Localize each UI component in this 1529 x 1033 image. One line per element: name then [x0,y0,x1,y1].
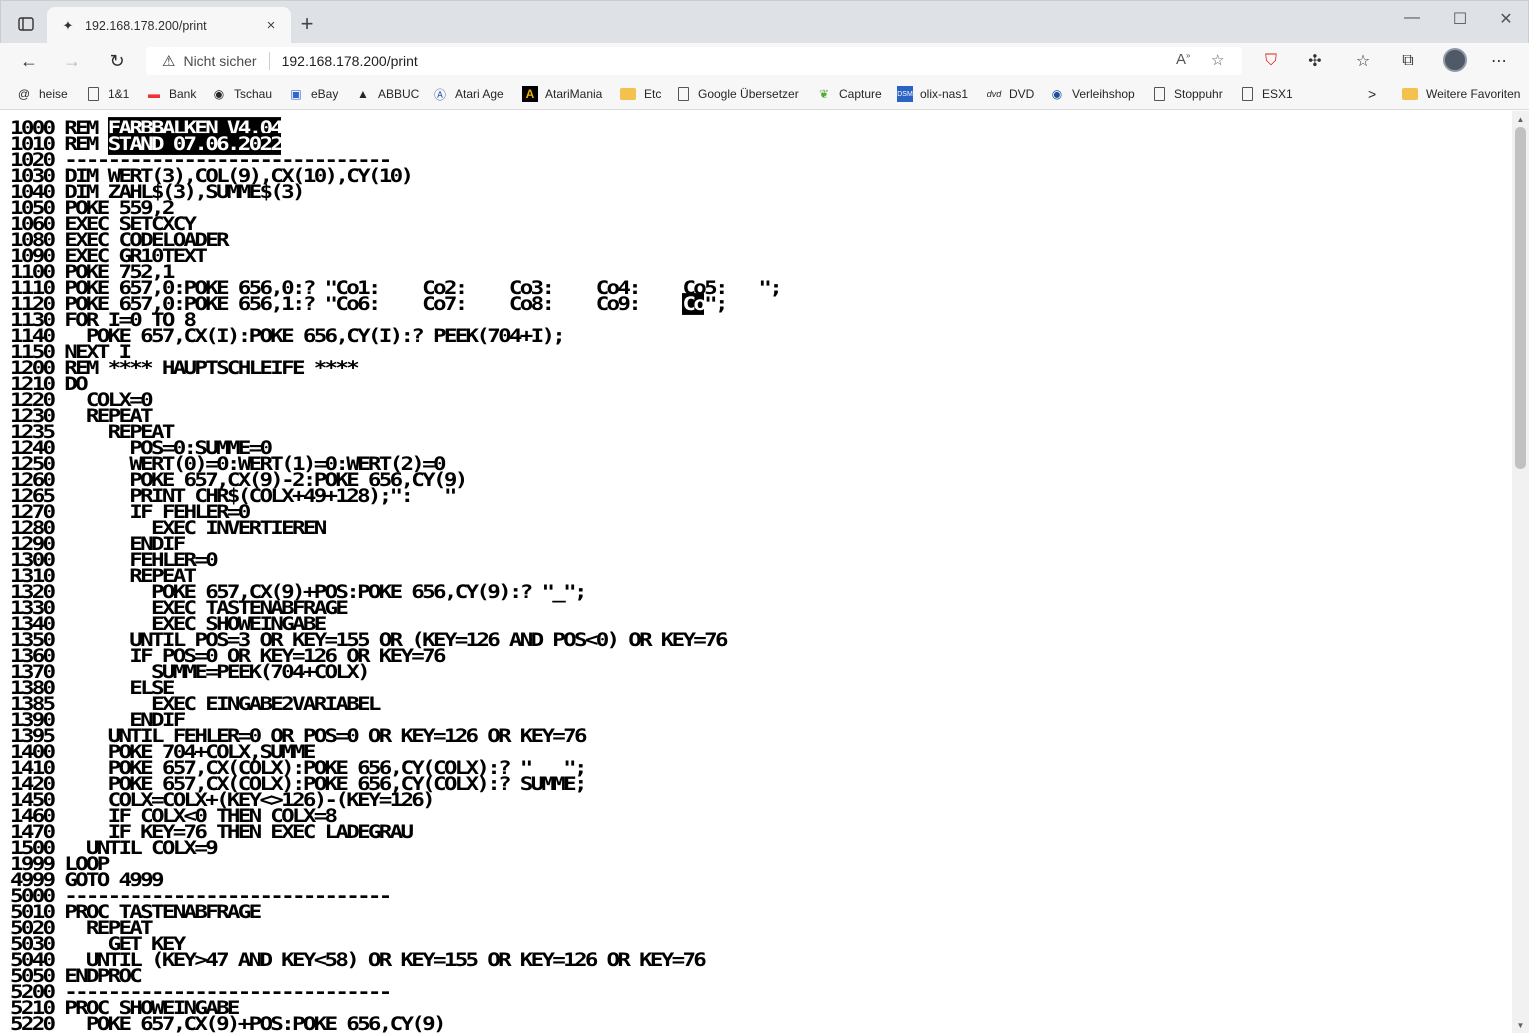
settings-more-icon[interactable]: ⋯ [1486,49,1512,73]
heise-icon: @ [17,87,31,101]
atarimania-icon: A [522,86,538,102]
reload-icon: ↻ [109,50,125,71]
forward-button[interactable]: → [58,48,86,74]
favorite-dvd[interactable]: dvd DVD [986,85,1035,103]
ebay-icon: ▣ [290,87,302,101]
favorite-label: eBay [311,87,339,101]
read-aloud-icon[interactable]: A» [1176,51,1190,68]
tschau-icon: ◉ [213,87,225,101]
profile-avatar[interactable] [1443,48,1467,72]
favorite-atari-age[interactable]: Ⓐ Atari Age [432,85,504,103]
close-window-button[interactable]: ✕ [1483,9,1529,29]
favorite-capture[interactable]: ❦ Capture [816,85,882,103]
inverse-text: Co [682,293,707,315]
favorite-tschau[interactable]: ◉ Tschau [211,85,272,103]
page-icon [88,87,99,101]
browser-tab[interactable]: ✦ 192.168.178.200/print × [47,7,291,44]
favorites-bar: @ heise 1&1 ▬ Bank ◉ Tschau ▣ eBay ▲ ABBUC Ⓐ A… [0,79,1529,110]
extensions-puzzle-icon[interactable]: ✣ [1302,49,1328,73]
more-favorites-chevron-icon[interactable]: > [1368,85,1376,103]
new-tab-button[interactable]: + [295,13,319,37]
atariage-icon: Ⓐ [433,87,446,102]
scrollbar-thumb[interactable] [1515,127,1526,469]
security-label[interactable]: Nicht sicher [183,53,256,69]
nas-icon: DSM [897,86,913,102]
reload-button[interactable]: ↻ [103,48,131,74]
capture-icon: ❦ [818,87,830,101]
scroll-up-arrow-icon[interactable]: ▲ [1512,111,1529,127]
folder-icon [620,88,636,100]
favorite-label: DVD [1009,87,1035,101]
not-secure-warning-icon: ⚠ [162,53,176,70]
tab-title: 192.168.178.200/print [85,18,207,33]
favorite-label: AtariMania [545,87,603,101]
listing-line: 1500 UNTIL COLX=9 [10,837,219,859]
favorite-label: Tschau [234,87,273,101]
favorite-label: 1&1 [108,87,130,101]
add-favorite-star-icon[interactable]: ☆ [1211,51,1224,69]
favorite-label: Verleihshop [1072,87,1135,101]
favorite-olix-nas1[interactable]: DSM olix-nas1 [897,85,968,103]
favorite-bank[interactable]: ▬ Bank [146,85,196,103]
favorite-etc-folder[interactable]: Etc [620,85,661,103]
tab-close-icon[interactable]: × [261,17,281,34]
favorite-verleihshop[interactable]: ◉ Verleihshop [1049,85,1135,103]
page-icon [1154,87,1165,101]
page-content: 1000 REM FARBBALKEN V4.04 1010 REM STAND… [0,111,1512,1033]
favorite-atarimania[interactable]: A AtariMania [522,85,602,103]
favorite-label: Weitere Favoriten [1426,87,1521,101]
page-icon [1242,87,1253,101]
site-favicon-icon: ✦ [62,17,74,33]
abbuc-icon: ▲ [357,87,369,101]
dvd-icon: dvd [986,89,1002,99]
folder-icon [1402,88,1418,100]
other-favorites-folder[interactable]: Weitere Favoriten [1402,85,1520,103]
back-arrow-icon: ← [20,50,38,71]
favorite-label: Stoppuhr [1174,87,1223,101]
tab-actions-button[interactable] [11,12,41,36]
favorite-1und1[interactable]: 1&1 [88,85,129,103]
favorite-google-uebersetzer[interactable]: Google Übersetzer [678,85,799,103]
favorite-abbuc[interactable]: ▲ ABBUC [355,85,419,103]
tab-actions-icon [18,17,34,31]
favorite-label: Google Übersetzer [698,87,799,101]
basic-listing: 1000 REM FARBBALKEN V4.04 1010 REM STAND… [10,117,783,1033]
collections-icon[interactable]: ⧉ [1395,49,1421,73]
favorite-stoppuhr[interactable]: Stoppuhr [1154,85,1223,103]
line-text: "; [704,293,728,315]
favorite-label: olix-nas1 [920,87,969,101]
address-separator [268,52,270,70]
page-icon [678,87,689,101]
shield-extension-icon[interactable]: ⛉ [1258,49,1284,73]
scroll-down-arrow-icon[interactable]: ▼ [1512,1017,1529,1033]
maximize-button[interactable]: ☐ [1437,9,1483,29]
back-button[interactable]: ← [15,48,43,74]
vertical-scrollbar[interactable]: ▲ ▼ [1512,111,1529,1033]
url-text[interactable]: 192.168.178.200/print [282,53,418,69]
minimize-button[interactable]: — [1389,9,1435,27]
favorite-label: ESX1 [1262,87,1293,101]
favorite-label: heise [39,87,68,101]
favorite-label: Bank [169,87,197,101]
bank-icon: ▬ [148,87,160,101]
favorite-heise[interactable]: @ heise [16,85,68,103]
listing-line: 5220 POKE 657,CX(9)+POS:POKE 656,CY(9) [10,1013,447,1033]
favorite-esx1[interactable]: ESX1 [1242,85,1293,103]
listing-line: 1200 REM **** HAUPTSCHLEIFE **** [10,357,360,379]
favorite-label: Etc [644,87,662,101]
address-toolbar: ← → ↻ ⚠ Nicht sicher 192.168.178.200/pri… [0,43,1529,79]
favorite-label: ABBUC [378,87,420,101]
address-bar[interactable]: ⚠ Nicht sicher 192.168.178.200/print A» … [146,47,1242,75]
favorite-label: Atari Age [455,87,504,101]
verleihshop-icon: ◉ [1051,87,1063,101]
forward-arrow-icon: → [63,50,81,71]
favorite-ebay[interactable]: ▣ eBay [288,85,338,103]
favorites-star-icon[interactable]: ☆ [1350,49,1376,73]
favorite-label: Capture [839,87,882,101]
tab-strip: ✦ 192.168.178.200/print × + — ☐ ✕ [0,0,1529,44]
